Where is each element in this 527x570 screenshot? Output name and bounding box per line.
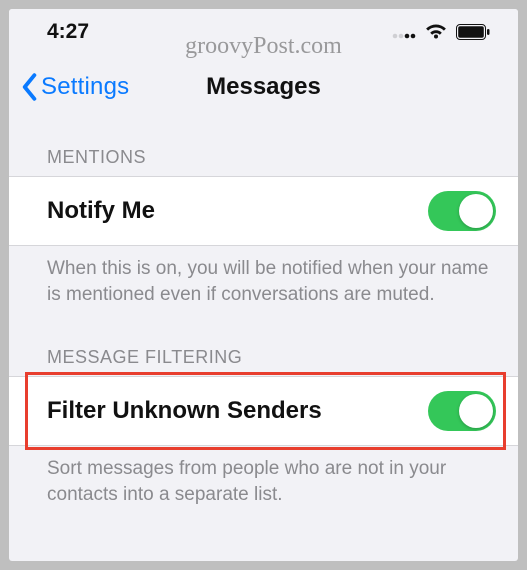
- section-header-filtering: MESSAGE FILTERING: [9, 307, 518, 376]
- row-group-mentions: Notify Me: [9, 176, 518, 246]
- row-label-notify-me: Notify Me: [47, 197, 155, 225]
- row-filter-unknown-senders[interactable]: Filter Unknown Senders: [9, 377, 518, 445]
- section-footer-mentions: When this is on, you will be notified wh…: [9, 246, 518, 307]
- nav-bar: Settings Messages: [9, 55, 518, 119]
- toggle-knob: [459, 394, 493, 428]
- status-indicators: [392, 23, 490, 41]
- row-group-filtering: Filter Unknown Senders: [9, 376, 518, 446]
- page-title: Messages: [206, 73, 321, 101]
- chevron-left-icon: [19, 72, 39, 102]
- section-footer-filtering: Sort messages from people who are not in…: [9, 446, 518, 507]
- section-header-mentions: MENTIONS: [9, 119, 518, 176]
- row-notify-me[interactable]: Notify Me: [9, 177, 518, 245]
- content: MENTIONS Notify Me When this is on, you …: [9, 119, 518, 561]
- back-label: Settings: [41, 73, 129, 101]
- wifi-icon: [424, 23, 448, 41]
- toggle-notify-me[interactable]: [428, 191, 496, 231]
- status-bar: 4:27: [9, 9, 518, 55]
- toggle-filter-unknown-senders[interactable]: [428, 391, 496, 431]
- row-label-filter-unknown: Filter Unknown Senders: [47, 397, 322, 425]
- settings-screen: 4:27: [9, 9, 518, 561]
- toggle-knob: [459, 194, 493, 228]
- cellular-signal-icon: [392, 25, 416, 39]
- status-time: 4:27: [47, 20, 89, 44]
- battery-icon: [456, 24, 490, 40]
- back-button[interactable]: Settings: [19, 72, 129, 102]
